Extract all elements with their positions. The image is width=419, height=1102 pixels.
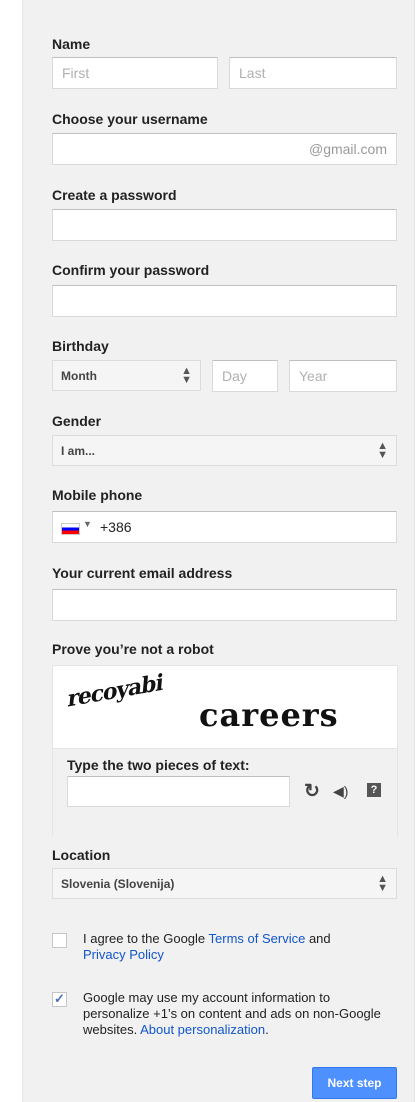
terms-checkbox[interactable] bbox=[52, 933, 67, 948]
gender-value: I am... bbox=[61, 444, 96, 458]
gender-select[interactable]: I am... ▲ ▼ bbox=[52, 435, 397, 466]
captcha-box: recoyabi careers Type the two pieces of … bbox=[52, 665, 398, 837]
help-icon[interactable]: ? bbox=[367, 783, 381, 797]
terms-of-service-link[interactable]: Terms of Service bbox=[209, 931, 306, 946]
checkmark-icon: ✓ bbox=[54, 991, 65, 1006]
gender-label: Gender bbox=[52, 413, 102, 429]
personalization-end: . bbox=[265, 1022, 269, 1037]
birth-month-select[interactable]: Month ▲ ▼ bbox=[52, 360, 201, 391]
terms-text: I agree to the Google Terms of Service a… bbox=[83, 931, 383, 963]
birth-month-value: Month bbox=[61, 369, 97, 383]
gmail-suffix: @gmail.com bbox=[308, 141, 387, 157]
updown-arrow-icon: ▲ ▼ bbox=[377, 873, 388, 894]
country-flag-icon[interactable] bbox=[61, 523, 80, 535]
updown-arrow-icon: ▲ ▼ bbox=[181, 365, 192, 386]
next-step-button[interactable]: Next step bbox=[312, 1067, 397, 1099]
personalization-checkbox[interactable]: ✓ bbox=[52, 991, 67, 1007]
about-personalization-link[interactable]: About personalization bbox=[140, 1022, 265, 1037]
privacy-policy-link[interactable]: Privacy Policy bbox=[83, 947, 164, 962]
location-label: Location bbox=[52, 847, 111, 863]
current-email-label: Your current email address bbox=[52, 565, 233, 581]
captcha-word-2: careers bbox=[199, 696, 339, 734]
last-name-input[interactable]: Last bbox=[229, 57, 397, 89]
password-input[interactable] bbox=[52, 209, 397, 241]
terms-text-and: and bbox=[305, 931, 331, 946]
mobile-phone-value: +386 bbox=[100, 519, 132, 535]
captcha-word-1: recoyabi bbox=[66, 669, 164, 713]
confirm-password-input[interactable] bbox=[52, 285, 397, 317]
terms-text-before: I agree to the Google bbox=[83, 931, 209, 946]
chevron-down-icon[interactable]: ▼ bbox=[83, 519, 92, 529]
first-name-input[interactable]: First bbox=[52, 57, 218, 89]
password-label: Create a password bbox=[52, 187, 177, 203]
current-email-input[interactable] bbox=[52, 589, 397, 621]
birth-day-placeholder: Day bbox=[222, 368, 247, 384]
confirm-password-label: Confirm your password bbox=[52, 262, 210, 278]
captcha-label: Prove you’re not a robot bbox=[52, 641, 214, 657]
captcha-prompt: Type the two pieces of text: bbox=[67, 757, 250, 773]
birth-day-input[interactable]: Day bbox=[212, 360, 278, 392]
location-value: Slovenia (Slovenija) bbox=[61, 877, 175, 891]
birthday-label: Birthday bbox=[52, 338, 109, 354]
location-select[interactable]: Slovenia (Slovenija) ▲ ▼ bbox=[52, 868, 397, 899]
refresh-icon[interactable]: ↻ bbox=[304, 780, 320, 803]
updown-arrow-icon: ▲ ▼ bbox=[377, 440, 388, 461]
username-label: Choose your username bbox=[52, 111, 208, 127]
mobile-phone-input[interactable]: ▼ +386 bbox=[52, 511, 397, 543]
last-name-placeholder: Last bbox=[239, 65, 266, 81]
captcha-input[interactable] bbox=[67, 776, 290, 807]
username-input[interactable]: @gmail.com bbox=[52, 133, 397, 165]
first-name-placeholder: First bbox=[62, 65, 90, 81]
name-label: Name bbox=[52, 36, 91, 52]
mobile-phone-label: Mobile phone bbox=[52, 487, 143, 503]
captcha-image: recoyabi careers bbox=[53, 666, 397, 748]
captcha-answer-area: Type the two pieces of text: ↻ ◀) ? bbox=[53, 748, 397, 837]
birth-year-input[interactable]: Year bbox=[289, 360, 397, 392]
personalization-text: Google may use my account information to… bbox=[83, 990, 383, 1038]
birth-year-placeholder: Year bbox=[299, 368, 328, 384]
audio-icon[interactable]: ◀) bbox=[333, 783, 348, 800]
